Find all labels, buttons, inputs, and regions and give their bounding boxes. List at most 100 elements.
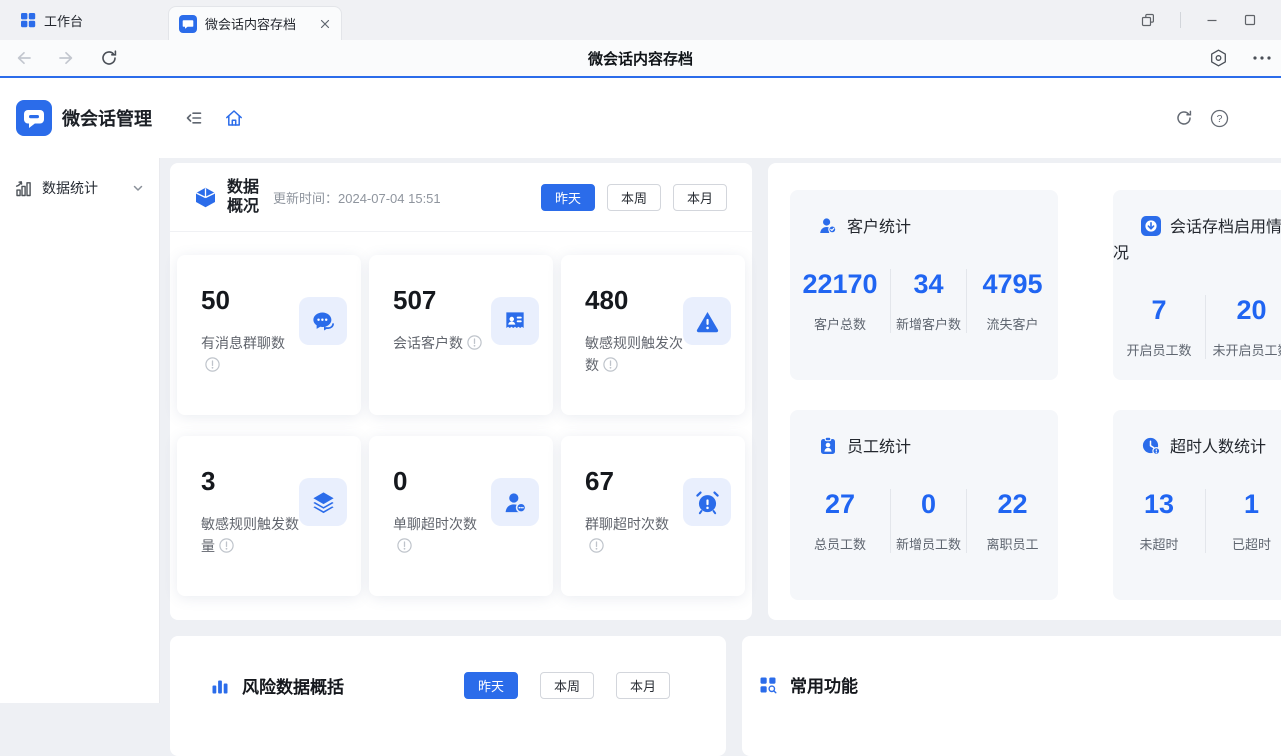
workbench-label: 工作台 xyxy=(44,11,83,30)
tab-title: 微会话内容存档 xyxy=(205,14,311,33)
window-controls xyxy=(1140,0,1281,40)
warning-triangle-icon xyxy=(683,297,731,345)
maximize-icon[interactable] xyxy=(1243,13,1257,27)
chevron-down-icon xyxy=(131,181,145,195)
metric-value: 27 xyxy=(790,489,890,520)
help-icon[interactable]: ? xyxy=(1210,109,1229,128)
risk-filter-this-month-button[interactable]: 本月 xyxy=(616,672,670,699)
employee-stats-header: 员工统计 xyxy=(790,435,1058,461)
stat-label: 会话客户数 xyxy=(393,332,495,354)
risk-bar-chart-icon xyxy=(210,676,230,696)
metric-label: 新增客户数 xyxy=(891,314,966,333)
stat-card-session-customers: 507 会话客户数 xyxy=(369,255,553,415)
info-icon[interactable] xyxy=(397,538,412,553)
metric-value: 34 xyxy=(891,269,966,300)
stat-label: 有消息群聊数 xyxy=(201,332,303,376)
common-functions-panel: 常用功能 xyxy=(742,636,1281,756)
person-check-icon xyxy=(818,216,838,236)
app-header: 微会话管理 ? 李叶 xyxy=(0,78,1281,158)
stat-card-group-chats: 50 有消息群聊数 xyxy=(177,255,361,415)
risk-filter-this-week-button[interactable]: 本周 xyxy=(540,672,594,699)
reload-icon[interactable] xyxy=(99,48,119,68)
back-icon[interactable] xyxy=(14,48,34,68)
clock-badge-icon xyxy=(1141,436,1161,456)
panel-title: 客户统计 xyxy=(847,219,911,236)
risk-title: 风险数据概括 xyxy=(242,673,344,698)
risk-header: 风险数据概括 昨天 本周 本月 xyxy=(170,636,726,699)
panel-title: 会话存档启用情况 xyxy=(1113,219,1281,262)
metric-value: 22 xyxy=(967,489,1058,520)
chat-app-icon xyxy=(179,15,197,33)
info-icon[interactable] xyxy=(603,357,618,372)
customer-metrics: 22170客户总数 34新增客户数 4795流失客户 xyxy=(790,269,1058,333)
grid-search-icon xyxy=(758,675,778,695)
settings-hexagon-icon[interactable] xyxy=(1208,48,1229,69)
info-icon[interactable] xyxy=(205,357,220,372)
popout-window-icon[interactable] xyxy=(1140,12,1156,28)
info-icon[interactable] xyxy=(219,538,234,553)
risk-filter-yesterday-button[interactable]: 昨天 xyxy=(464,672,518,699)
filter-yesterday-button[interactable]: 昨天 xyxy=(541,184,595,211)
metric-label: 流失客户 xyxy=(967,314,1058,333)
more-menu-icon[interactable] xyxy=(1252,53,1272,63)
sidebar-item-data-statistics[interactable]: 数据统计 xyxy=(0,158,159,198)
tab-session-archive[interactable]: 微会话内容存档 xyxy=(168,6,342,40)
metric-value: 20 xyxy=(1206,295,1281,326)
window-tab-bar: 工作台 微会话内容存档 xyxy=(0,0,1281,40)
info-icon[interactable] xyxy=(467,335,482,350)
metric-value: 13 xyxy=(1113,489,1205,520)
stat-label: 单聊超时次数 xyxy=(393,513,495,557)
clipboard-person-icon xyxy=(818,436,838,456)
statistics-panel: 客户统计 22170客户总数 34新增客户数 4795流失客户 会话存档启用情况… xyxy=(768,163,1281,620)
stat-label: 敏感规则触发次数 xyxy=(585,332,687,376)
person-chat-icon xyxy=(491,478,539,526)
archive-enabled-header: 会话存档启用情况 xyxy=(1113,215,1281,267)
employee-metrics: 27总员工数 0新增员工数 22离职员工 xyxy=(790,489,1058,553)
cube-icon xyxy=(194,186,217,209)
metric-value: 22170 xyxy=(790,269,890,300)
bar-chart-icon xyxy=(14,179,33,198)
archive-metrics: 7 开启员工数 20 未开启员工数 xyxy=(1113,295,1281,359)
stat-cards: 50 有消息群聊数 507 会话客户数 480 敏感规则触发次数 3 xyxy=(170,232,752,596)
customer-stats-header: 客户统计 xyxy=(790,215,1058,241)
tab-close-icon[interactable] xyxy=(319,18,331,30)
stat-card-single-chat-timeout: 0 单聊超时次数 xyxy=(369,436,553,596)
app-logo-icon[interactable] xyxy=(16,100,52,136)
metric-label: 新增员工数 xyxy=(891,534,966,553)
common-header: 常用功能 xyxy=(742,636,1281,697)
filter-this-month-button[interactable]: 本月 xyxy=(673,184,727,211)
svg-text:?: ? xyxy=(1217,113,1223,125)
risk-data-panel: 风险数据概括 昨天 本周 本月 xyxy=(170,636,726,756)
stat-card-sensitive-rule-hits: 480 敏感规则触发次数 xyxy=(561,255,745,415)
minimize-icon[interactable] xyxy=(1205,13,1219,27)
stat-label: 群聊超时次数 xyxy=(585,513,687,557)
metric-label: 未开启员工数 xyxy=(1206,340,1281,359)
customer-stats-card: 客户统计 22170客户总数 34新增客户数 4795流失客户 xyxy=(790,190,1058,380)
collapse-sidebar-icon[interactable] xyxy=(185,109,203,127)
filter-this-week-button[interactable]: 本周 xyxy=(607,184,661,211)
refresh-icon[interactable] xyxy=(1175,109,1193,127)
group-chat-icon xyxy=(299,297,347,345)
stat-card-sensitive-rule-count: 3 敏感规则触发数量 xyxy=(177,436,361,596)
sidebar-item-label: 数据统计 xyxy=(42,178,131,198)
data-overview-panel: 数据概况 更新时间：2024-07-04 15:51 昨天 本周 本月 50 有… xyxy=(170,163,752,620)
metric-value: 1 xyxy=(1206,489,1281,520)
overview-header: 数据概况 更新时间：2024-07-04 15:51 昨天 本周 本月 xyxy=(170,163,752,232)
timeout-stats-header: 超时人数统计 xyxy=(1113,435,1281,461)
metric-label: 开启员工数 xyxy=(1113,340,1205,359)
info-icon[interactable] xyxy=(589,538,604,553)
layers-icon xyxy=(299,478,347,526)
panel-title: 员工统计 xyxy=(847,439,911,456)
forward-icon[interactable] xyxy=(56,48,76,68)
workbench-button[interactable]: 工作台 xyxy=(20,0,83,40)
grid-icon xyxy=(20,12,36,28)
metric-label: 客户总数 xyxy=(790,314,890,333)
metric-value: 0 xyxy=(891,489,966,520)
app-name: 微会话管理 xyxy=(62,78,152,158)
metric-value: 7 xyxy=(1113,295,1205,326)
overview-title: 数据概况 xyxy=(227,178,261,216)
window-controls-divider xyxy=(1180,12,1181,28)
overview-filters: 昨天 本周 本月 xyxy=(541,184,727,211)
archive-toggle-icon xyxy=(1141,216,1161,236)
home-icon[interactable] xyxy=(224,108,244,128)
